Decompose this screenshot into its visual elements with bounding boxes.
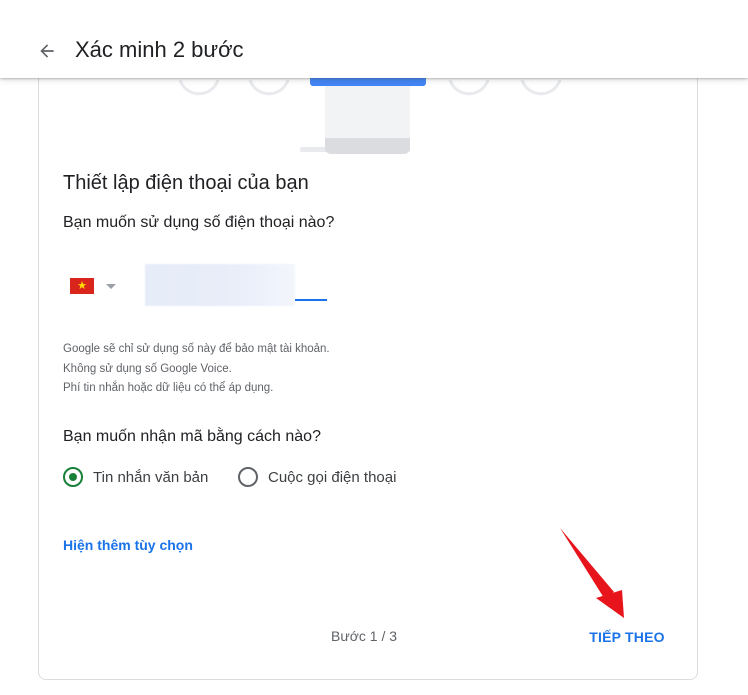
- dropdown-arrow-icon: [106, 283, 116, 289]
- vietnam-flag-icon: ★: [70, 278, 94, 294]
- back-button[interactable]: [34, 38, 60, 64]
- country-select[interactable]: ★: [70, 272, 130, 300]
- phone-number-input[interactable]: [145, 264, 331, 302]
- phone-question: Bạn muốn sử dụng số điện thoại nào?: [63, 214, 335, 231]
- step-indicator: Bước 1 / 3: [331, 628, 398, 644]
- radio-option-text-message[interactable]: Tin nhắn văn bản: [63, 467, 208, 487]
- note-line: Google sẽ chỉ sử dụng số này để bảo mật …: [63, 343, 330, 355]
- page-title: Xác minh 2 bước: [75, 37, 244, 62]
- note-line: Không sử dụng số Google Voice.: [63, 362, 232, 375]
- radio-option-phone-call[interactable]: Cuộc gọi điện thoại: [238, 467, 396, 487]
- phone-input-wrapper: [145, 264, 331, 306]
- phone-notes: Google sẽ chỉ sử dụng số này để bảo mật …: [63, 340, 330, 399]
- radio-label: Tin nhắn văn bản: [93, 468, 209, 486]
- radio-button[interactable]: [238, 467, 258, 487]
- radio-label: Cuộc gọi điện thoại: [268, 468, 397, 486]
- show-more-options-link[interactable]: Hiện thêm tùy chọn: [63, 537, 193, 553]
- arrow-left-icon: [40, 44, 54, 58]
- method-question: Bạn muốn nhận mã bằng cách nào?: [63, 428, 321, 445]
- top-app-bar: Xác minh 2 bước: [0, 0, 748, 78]
- radio-button-checked[interactable]: [63, 467, 83, 487]
- note-line: Phí tin nhắn hoặc dữ liệu có thể áp dụng…: [63, 382, 274, 394]
- section-title: Thiết lập điện thoại của bạn: [63, 172, 309, 194]
- next-button[interactable]: TIẾP THEO: [578, 620, 676, 654]
